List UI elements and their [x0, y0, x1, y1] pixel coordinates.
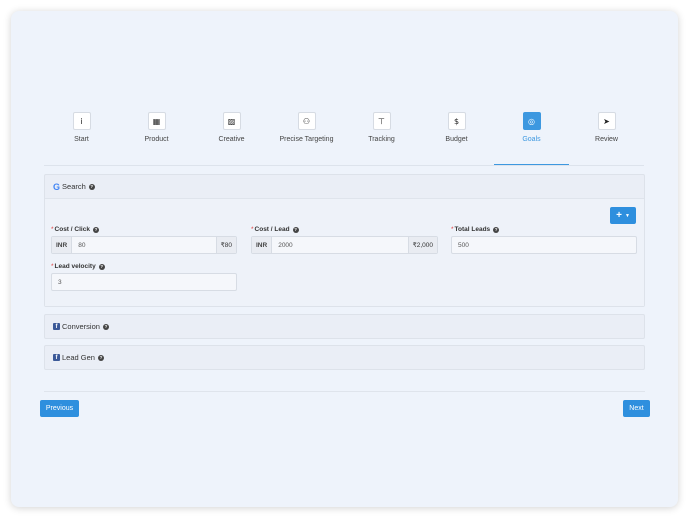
cost-click-field[interactable]: INR 80 ₹80 [51, 236, 237, 254]
cost-lead-input[interactable]: 2000 [272, 237, 407, 253]
add-goal-button[interactable]: + ▼ [610, 207, 636, 224]
send-icon: ➤ [597, 112, 616, 130]
total-leads-field[interactable]: 500 [451, 236, 637, 254]
wizard-window: i Start ▦ Product ▨ Creative ⚇ Precise T… [11, 11, 678, 507]
step-divider [44, 165, 644, 166]
help-icon[interactable]: ? [97, 354, 104, 361]
help-icon[interactable]: ? [102, 323, 109, 330]
step-label: Tracking [368, 136, 395, 143]
currency-addon: INR [252, 237, 273, 253]
lead-gen-panel-header[interactable]: f Lead Gen ? [45, 346, 644, 369]
step-label: Product [144, 136, 169, 143]
cost-lead-label: *Cost / Lead? [251, 226, 299, 233]
step-product[interactable]: ▦ Product [119, 110, 194, 165]
building-icon: ▦ [147, 112, 166, 130]
converted-amount: ₹2,000 [407, 237, 437, 253]
search-panel-title: Search [62, 182, 86, 191]
lead-velocity-input[interactable]: 3 [52, 274, 236, 290]
converted-amount: ₹80 [215, 237, 236, 253]
step-label: Budget [445, 136, 468, 143]
pin-icon: ⊤ [372, 112, 391, 130]
cost-click-input[interactable]: 80 [72, 237, 215, 253]
total-leads-input[interactable]: 500 [452, 237, 636, 253]
search-panel-body: + ▼ *Cost / Click? INR 80 ₹80 *Cost / Le… [45, 198, 644, 306]
step-goals[interactable]: ◎ Goals [494, 110, 569, 165]
help-icon[interactable]: ? [88, 183, 95, 190]
lead-gen-panel-title: Lead Gen [62, 353, 95, 362]
previous-button[interactable]: Previous [40, 400, 79, 417]
step-creative[interactable]: ▨ Creative [194, 110, 269, 165]
cost-lead-field[interactable]: INR 2000 ₹2,000 [251, 236, 438, 254]
cost-click-label: *Cost / Click? [51, 226, 99, 233]
conversion-panel[interactable]: f Conversion ? [44, 314, 645, 339]
help-icon[interactable]: ? [493, 226, 500, 233]
step-label: Goals [522, 136, 541, 143]
lead-velocity-field[interactable]: 3 [51, 273, 237, 291]
facebook-icon: f [53, 323, 60, 330]
currency-addon: INR [52, 237, 73, 253]
google-icon: G [53, 181, 61, 192]
lead-velocity-label: *Lead velocity? [51, 263, 105, 270]
users-icon: ⚇ [297, 112, 316, 130]
search-panel: G Search ? + ▼ *Cost / Click? INR 80 ₹80… [44, 174, 645, 307]
conversion-panel-header[interactable]: f Conversion ? [45, 315, 644, 338]
step-review[interactable]: ➤ Review [569, 110, 644, 165]
step-start[interactable]: i Start [44, 110, 119, 165]
facebook-icon: f [53, 354, 60, 361]
step-label: Review [595, 136, 618, 143]
step-tracking[interactable]: ⊤ Tracking [344, 110, 419, 165]
nav-divider [44, 391, 645, 392]
total-leads-label: *Total Leads? [451, 226, 500, 233]
info-icon: i [72, 112, 91, 130]
plus-icon: + [616, 210, 622, 221]
next-button[interactable]: Next [623, 400, 650, 417]
caret-down-icon: ▼ [624, 212, 630, 219]
help-icon[interactable]: ? [92, 226, 99, 233]
help-icon[interactable]: ? [98, 263, 105, 270]
dollar-icon: $ [447, 112, 466, 130]
step-precise-targeting[interactable]: ⚇ Precise Targeting [269, 110, 344, 165]
conversion-panel-title: Conversion [62, 322, 100, 331]
step-label: Start [74, 136, 89, 143]
search-panel-header[interactable]: G Search ? [45, 175, 644, 198]
step-navigation: i Start ▦ Product ▨ Creative ⚇ Precise T… [44, 110, 644, 165]
target-icon: ◎ [522, 112, 541, 130]
help-icon[interactable]: ? [292, 226, 299, 233]
step-label: Precise Targeting [279, 136, 334, 143]
step-label: Creative [218, 136, 245, 143]
image-icon: ▨ [222, 112, 241, 130]
step-budget[interactable]: $ Budget [419, 110, 494, 165]
lead-gen-panel[interactable]: f Lead Gen ? [44, 345, 645, 370]
